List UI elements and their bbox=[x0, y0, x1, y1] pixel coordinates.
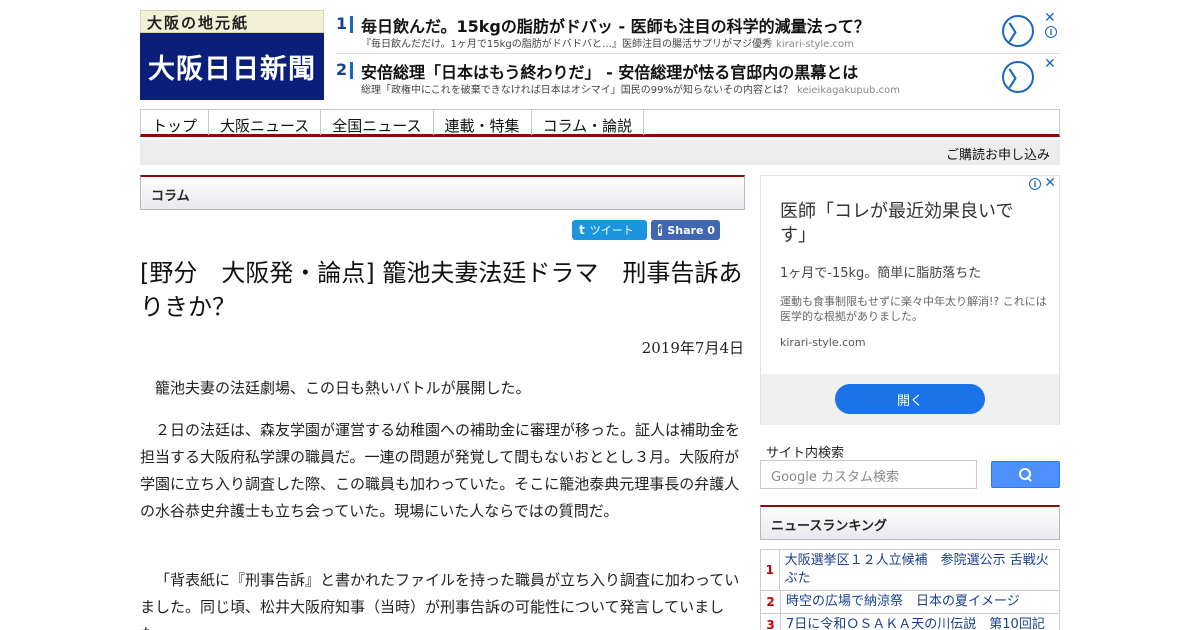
facebook-share-button[interactable]: f Share 0 bbox=[651, 220, 720, 240]
sidebar-ad-description: 運動も食事制限もせずに楽々中年太り解消!? これには医学的な根拠がありました。 bbox=[780, 295, 1047, 323]
sub-bar: ご購読お申し込み bbox=[140, 140, 1060, 165]
ad-number: 2 bbox=[336, 60, 348, 79]
ranking-list: 1 大阪選挙区１２人立候補 参院選公示 舌戦火ぶた 2 時空の広場で納涼祭 日本… bbox=[760, 549, 1060, 630]
logo-name: 大阪日日新聞 bbox=[140, 33, 324, 100]
logo-tagline: 大阪の地元紙 bbox=[140, 10, 324, 33]
rank-link[interactable]: 7日に令和ＯＳＡＫＡ天の川伝説 第10回記 bbox=[781, 614, 1051, 630]
ad-number: 1 bbox=[336, 14, 348, 33]
nav-item-series[interactable]: 連載・特集 bbox=[434, 110, 532, 135]
facebook-icon: f bbox=[658, 224, 663, 236]
chevron-right-icon[interactable]: 〉 bbox=[1002, 15, 1034, 47]
facebook-share-label: Share 0 bbox=[667, 223, 715, 237]
subscribe-link[interactable]: ご購読お申し込み bbox=[946, 144, 1050, 163]
sidebar-ad[interactable]: i ✕ 医師「コレが最近効果良いです」 1ヶ月で-15kg。簡単に脂肪落ちた 運… bbox=[760, 175, 1060, 425]
section-label: コラム bbox=[151, 189, 190, 204]
chevron-right-icon[interactable]: 〉 bbox=[1002, 61, 1034, 93]
search-icon bbox=[1019, 468, 1032, 481]
close-icon[interactable]: ✕ bbox=[1044, 10, 1056, 26]
sidebar-ad-line: 1ヶ月で-15kg。簡単に脂肪落ちた bbox=[780, 266, 982, 281]
ad-separator bbox=[350, 62, 353, 79]
section-header: コラム bbox=[140, 175, 745, 210]
info-icon[interactable]: i bbox=[1045, 26, 1057, 38]
open-button[interactable]: 開く bbox=[835, 384, 985, 414]
rank-number: 1 bbox=[761, 550, 780, 590]
ad-separator bbox=[350, 16, 353, 33]
ad-subtitle: 総理「政権中にこれを破棄できなければ日本はオシマイ」国民の99%が知らないその内… bbox=[361, 81, 900, 96]
ad-title[interactable]: 安倍総理「日本はもう終わりだ」 - 安倍総理が怯る官邸内の黒幕とは bbox=[361, 59, 858, 83]
search-button[interactable] bbox=[991, 461, 1060, 488]
tweet-button[interactable]: t ツイート bbox=[572, 220, 647, 240]
article-title: [野分 大阪発・論点] 籠池夫妻法廷ドラマ 刑事告訴ありきか？ bbox=[140, 259, 743, 321]
sidebar-ad-footer: 開く bbox=[761, 374, 1059, 425]
rank-number: 3 bbox=[761, 614, 781, 630]
ranking-header: ニュースランキング bbox=[760, 505, 1060, 540]
article-date: 2019年7月4日 bbox=[641, 339, 744, 357]
ad-subtitle-text: 『毎日飲んだだけ。1ヶ月で15kgの脂肪がドバドバと…』医師注目の腸活サプリがマ… bbox=[361, 39, 773, 50]
article-paragraph: 「背表紙に『刑事告訴』と書かれたファイルを持った職員が立ち入り調査に加わっていま… bbox=[140, 571, 740, 630]
sidebar-ad-domain: kirari-style.com bbox=[780, 336, 866, 349]
twitter-icon: t bbox=[579, 223, 585, 237]
nav-item-national-news[interactable]: 全国ニュース bbox=[321, 110, 434, 135]
rank-link[interactable]: 時空の広場で納涼祭 日本の夏イメージ bbox=[781, 591, 1026, 613]
list-item[interactable]: 2 時空の広場で納涼祭 日本の夏イメージ bbox=[760, 591, 1060, 614]
top-ad-2[interactable]: 2 安倍総理「日本はもう終わりだ」 - 安倍総理が怯る官邸内の黒幕とは 総理「政… bbox=[336, 56, 1060, 100]
main-nav: トップ 大阪ニュース 全国ニュース 連載・特集 コラム・論説 bbox=[140, 109, 1060, 137]
nav-item-top[interactable]: トップ bbox=[141, 110, 210, 135]
close-icon[interactable]: ✕ bbox=[1044, 175, 1056, 191]
close-icon[interactable]: ✕ bbox=[1044, 56, 1056, 72]
site-search-label: サイト内検索 bbox=[766, 446, 845, 461]
tweet-label: ツイート bbox=[589, 224, 634, 237]
rank-link[interactable]: 大阪選挙区１２人立候補 参院選公示 舌戦火ぶた bbox=[780, 550, 1059, 590]
info-icon[interactable]: i bbox=[1029, 178, 1041, 190]
ad-domain: kirari-style.com bbox=[776, 39, 854, 50]
rank-number: 2 bbox=[761, 591, 781, 613]
article-paragraph: 籠池夫妻の法廷劇場、この日も熱いバトルが展開した。 bbox=[155, 379, 531, 397]
top-ad-1[interactable]: 1 毎日飲んだ。15kgの脂肪がドバッ - 医師も注目の科学的減量法って？ 『毎… bbox=[336, 10, 1060, 54]
nav-item-osaka-news[interactable]: 大阪ニュース bbox=[209, 110, 322, 135]
ranking-title: ニュースランキング bbox=[771, 519, 887, 534]
list-item[interactable]: 3 7日に令和ＯＳＡＫＡ天の川伝説 第10回記 bbox=[760, 614, 1060, 630]
list-item[interactable]: 1 大阪選挙区１２人立候補 参院選公示 舌戦火ぶた bbox=[760, 550, 1060, 591]
sidebar-ad-title[interactable]: 医師「コレが最近効果良いです」 bbox=[780, 200, 1030, 248]
ad-subtitle-text: 総理「政権中にこれを破棄できなければ日本はオシマイ」国民の99%が知らないその内… bbox=[361, 85, 794, 96]
nav-item-column[interactable]: コラム・論説 bbox=[532, 110, 645, 135]
search-input[interactable]: Google カスタム検索 bbox=[760, 460, 977, 489]
site-logo[interactable]: 大阪の地元紙 大阪日日新聞 bbox=[140, 10, 324, 100]
article-paragraph: ２日の法廷は、森友学園が運営する幼稚園への補助金に審理が移った。証人は補助金を担… bbox=[140, 421, 741, 520]
ad-title[interactable]: 毎日飲んだ。15kgの脂肪がドバッ - 医師も注目の科学的減量法って？ bbox=[361, 13, 870, 37]
ad-subtitle: 『毎日飲んだだけ。1ヶ月で15kgの脂肪がドバドバと…』医師注目の腸活サプリがマ… bbox=[361, 35, 854, 50]
ad-domain: keieikagakupub.com bbox=[797, 85, 900, 96]
